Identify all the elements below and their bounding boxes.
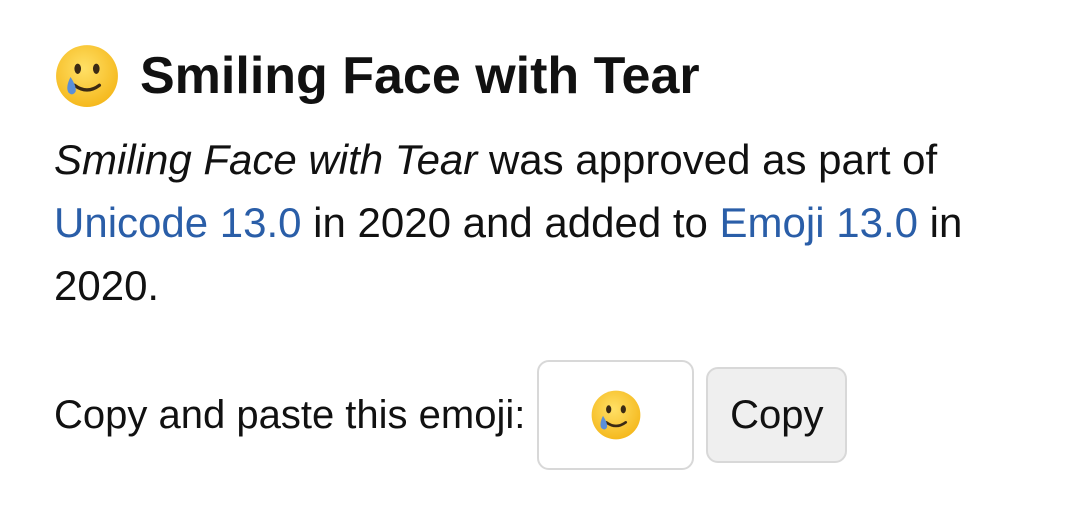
- emoji-description: Smiling Face with Tear was approved as p…: [54, 128, 1034, 317]
- smiling-face-with-tear-icon: [591, 390, 641, 440]
- copy-label: Copy and paste this emoji:: [54, 393, 526, 437]
- page-header: Smiling Face with Tear: [54, 40, 700, 112]
- emoji-version-link[interactable]: Emoji 13.0: [720, 199, 918, 246]
- emoji-name: Smiling Face with Tear: [54, 136, 478, 183]
- page-title: Smiling Face with Tear: [140, 47, 700, 105]
- description-text: in 2020 and added to: [301, 199, 720, 246]
- copy-button[interactable]: Copy: [706, 367, 848, 463]
- unicode-version-link[interactable]: Unicode 13.0: [54, 199, 302, 246]
- smiling-face-with-tear-icon: [56, 45, 118, 107]
- copy-section: Copy and paste this emoji: Copy: [54, 360, 848, 470]
- description-text: was approved as part of: [477, 136, 938, 183]
- emoji-copy-field[interactable]: [537, 360, 695, 470]
